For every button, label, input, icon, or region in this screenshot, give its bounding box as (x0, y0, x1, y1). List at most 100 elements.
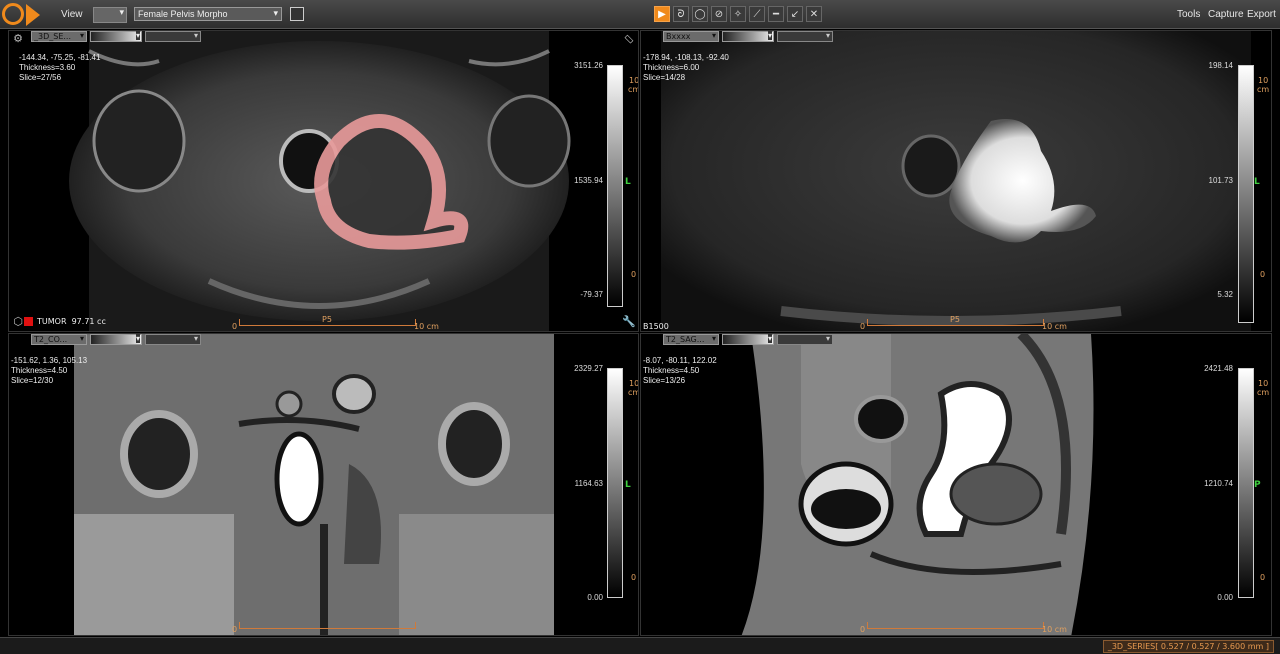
ruler-label: 10 cm (1042, 625, 1067, 634)
scale-min: 0.00 (587, 593, 603, 602)
orientation-label: P (1254, 480, 1261, 490)
scale-max: 2421.48 (1204, 364, 1233, 373)
pointer-icon[interactable]: ▶ (654, 6, 670, 22)
vertical-ruler-top: 10 (1258, 379, 1269, 388)
tumor-color-swatch (24, 317, 33, 326)
vertical-ruler-unit: cm (628, 85, 639, 94)
settings-icon[interactable]: ⚙ (11, 32, 25, 46)
vertical-ruler-top: 10 (629, 76, 639, 85)
series-select[interactable]: Bxxxx (663, 31, 719, 42)
vertical-ruler-zero: 0 (1260, 270, 1266, 279)
scale-min: 5.32 (1217, 290, 1233, 299)
protocol-select[interactable]: Female Pelvis Morpho (134, 7, 282, 21)
pixel-spacing-status: _3D_SERIES[ 0.527 / 0.527 / 3.600 mm ] (1102, 640, 1274, 653)
top-toolbar: View Female Pelvis Morpho ▶ ᘐ ◯ ⊘ ✧ ⟋ ━ … (0, 0, 1280, 29)
view-menu[interactable]: View (61, 9, 83, 20)
b-value-label: B1500 (643, 322, 669, 331)
pen-icon[interactable]: ⟋ (749, 6, 765, 22)
viewport-coronal[interactable]: T2_CO... -151.62, 1.36, 105.13 Thickness… (8, 333, 639, 636)
slice-text: Slice=13/26 (643, 376, 686, 385)
app-logo[interactable] (2, 1, 50, 27)
orientation-label: L (625, 177, 631, 187)
lasso-icon[interactable]: ᘐ (673, 6, 689, 22)
wrench-icon[interactable]: 🔧 (622, 315, 636, 329)
viewport-dwi[interactable]: Bxxxx -178.94, -108.13, -92.40 Thickness… (640, 30, 1272, 332)
coords-text: -178.94, -108.13, -92.40 (643, 53, 729, 62)
logo-ring-icon (2, 3, 24, 25)
layout-selector[interactable] (93, 7, 127, 23)
slice-text: Slice=12/30 (11, 376, 54, 385)
series-select[interactable]: T2_CO... (31, 334, 87, 345)
slice-text: Slice=14/28 (643, 73, 686, 82)
freehand-icon[interactable]: ⊘ (711, 6, 727, 22)
intensity-scale-bar (607, 65, 623, 307)
scale-mid: 1210.74 (1204, 479, 1233, 488)
overlay-select[interactable] (145, 334, 201, 345)
horizontal-ruler (239, 622, 416, 629)
vertical-ruler-top: 10 (629, 379, 639, 388)
vertical-ruler-zero: 0 (631, 270, 637, 279)
ruler-marker: P5 (950, 315, 960, 324)
scale-mid: 1164.63 (574, 479, 603, 488)
line-measure-icon[interactable]: ━ (768, 6, 784, 22)
logo-play-icon (26, 4, 40, 26)
viewport-header: T2_CO... (9, 334, 201, 346)
series-select[interactable]: T2_SAG... (663, 334, 719, 345)
ruler-zero: 0 (232, 322, 238, 331)
thickness-text: Thickness=4.50 (11, 366, 68, 375)
slice-info: -8.07, -80.11, 122.02 Thickness=4.50 Sli… (643, 356, 717, 386)
save-icon[interactable] (290, 7, 304, 21)
tools-menu[interactable]: Tools (1177, 9, 1200, 20)
vertical-ruler-unit: cm (628, 388, 639, 397)
scale-min: 0.00 (1217, 593, 1233, 602)
dwi-mri-image (661, 31, 1251, 331)
horizontal-ruler (867, 622, 1044, 629)
crosshair-icon[interactable]: ✕ (806, 6, 822, 22)
orientation-cube-icon[interactable]: ⬡ (11, 315, 25, 329)
overlay-select[interactable] (777, 334, 833, 345)
slice-info: -178.94, -108.13, -92.40 Thickness=6.00 … (643, 53, 729, 83)
viewport-header: _3D_SE... (9, 31, 201, 43)
coords-text: -8.07, -80.11, 122.02 (643, 356, 717, 365)
overlay-select[interactable] (777, 31, 833, 42)
ruler-zero: 0 (232, 625, 238, 634)
coords-text: -151.62, 1.36, 105.13 (11, 356, 88, 365)
export-menu[interactable]: Export (1247, 9, 1276, 20)
tumor-legend: TUMOR 97.71 cc (37, 317, 106, 326)
viewport-sagittal[interactable]: T2_SAG... -8.07, -80.11, 122.02 Thicknes… (640, 333, 1272, 636)
ruler-label: 10 cm (414, 322, 439, 331)
intensity-scale-bar (1238, 65, 1254, 323)
capture-menu[interactable]: Capture (1208, 9, 1244, 20)
coronal-mri-image (74, 334, 554, 635)
window-level-preset[interactable] (722, 31, 774, 42)
window-level-preset[interactable] (90, 334, 142, 345)
scale-min: -79.37 (580, 290, 603, 299)
scale-max: 3151.26 (574, 61, 603, 70)
thickness-text: Thickness=4.50 (643, 366, 700, 375)
sagittal-mri-image (741, 334, 1094, 635)
viewport-header: Bxxxx (641, 31, 833, 43)
slice-info: -144.34, -75.25, -81.41 Thickness=3.60 S… (19, 53, 100, 83)
ellipse-icon[interactable]: ◯ (692, 6, 708, 22)
window-level-preset[interactable] (90, 31, 142, 42)
tool-palette: ▶ ᘐ ◯ ⊘ ✧ ⟋ ━ ↙ ✕ (654, 6, 822, 22)
series-select[interactable]: _3D_SE... (31, 31, 87, 42)
scale-max: 198.14 (1208, 61, 1233, 70)
vertical-ruler-zero: 0 (631, 573, 637, 582)
vertical-ruler-top: 10 (1258, 76, 1269, 85)
overlay-select[interactable] (145, 31, 201, 42)
status-bar: _3D_SERIES[ 0.527 / 0.527 / 3.600 mm ] (0, 637, 1280, 654)
vertical-ruler-unit: cm (1257, 388, 1270, 397)
scale-mid: 101.73 (1208, 176, 1233, 185)
ruler-marker: P5 (322, 315, 332, 324)
intensity-scale-bar (607, 368, 623, 598)
vertical-ruler-unit: cm (1257, 85, 1270, 94)
orientation-label: L (625, 480, 631, 490)
magic-wand-icon[interactable]: ✧ (730, 6, 746, 22)
window-level-preset[interactable] (722, 334, 774, 345)
axial-mri-image (69, 31, 571, 331)
thickness-text: Thickness=6.00 (643, 63, 700, 72)
viewport-axial-3d[interactable]: _3D_SE... ⚙ ▭ ⬡ 🔧 -144.34, -75.25, -81.4… (8, 30, 639, 332)
slice-text: Slice=27/56 (19, 73, 62, 82)
arrow-icon[interactable]: ↙ (787, 6, 803, 22)
